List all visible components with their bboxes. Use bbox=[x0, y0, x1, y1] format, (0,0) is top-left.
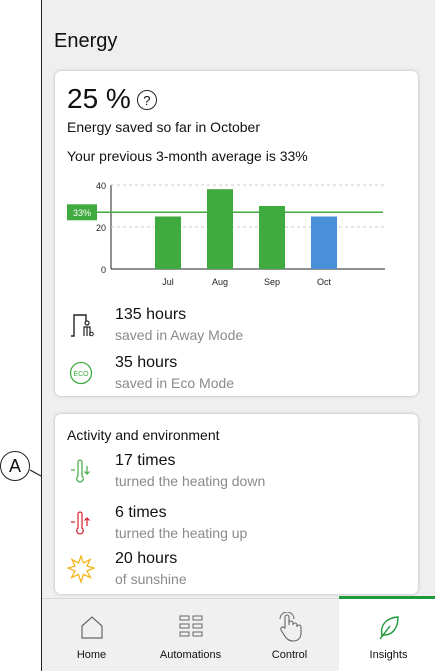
nav-control[interactable]: Control bbox=[240, 599, 339, 671]
away-mode-icon bbox=[65, 309, 97, 341]
nav-automations-label: Automations bbox=[159, 649, 222, 661]
energy-percent: 25 % bbox=[67, 83, 131, 114]
energy-percent-row: 25 % ? bbox=[67, 83, 157, 115]
chart-y-tick-label: 40 bbox=[96, 181, 106, 191]
activity-heating-down-value: 17 times bbox=[115, 452, 176, 469]
energy-saved-label: Energy saved so far in October bbox=[67, 119, 260, 135]
stat-away-label: saved in Away Mode bbox=[115, 327, 244, 343]
leaf-icon bbox=[377, 611, 401, 643]
activity-title: Activity and environment bbox=[67, 427, 220, 443]
nav-insights-label: Insights bbox=[369, 649, 408, 661]
stat-away-value: 135 hours bbox=[115, 306, 187, 323]
chart-y-tick-label: 20 bbox=[96, 223, 106, 233]
activity-heating-up: 6 times turned the heating up bbox=[65, 503, 247, 543]
eco-icon: ECO bbox=[65, 357, 97, 389]
nav-home-label: Home bbox=[76, 649, 107, 661]
chart-x-tick-label: Aug bbox=[212, 277, 228, 287]
callout-a: A bbox=[0, 451, 30, 481]
activity-heating-down-label: turned the heating down bbox=[115, 473, 266, 489]
home-icon bbox=[79, 611, 105, 643]
nav-automations[interactable]: Automations bbox=[141, 599, 240, 671]
activity-sunshine-value: 20 hours bbox=[115, 550, 178, 567]
stat-eco-value: 35 hours bbox=[115, 354, 178, 371]
activity-sunshine: 20 hours of sunshine bbox=[65, 549, 187, 589]
chart-y-tick-label: 0 bbox=[101, 265, 106, 275]
automations-grid-icon bbox=[178, 611, 204, 643]
activity-heating-up-value: 6 times bbox=[115, 504, 167, 521]
chart-bar bbox=[207, 189, 233, 269]
energy-bar-chart: 33% 0 20 40 Jul Aug Sep Oct bbox=[67, 181, 385, 287]
stat-eco-label: saved in Eco Mode bbox=[115, 375, 235, 391]
thermometer-up-icon bbox=[65, 507, 97, 539]
chart-x-tick-label: Oct bbox=[317, 277, 332, 287]
activity-card: Activity and environment 17 times turned… bbox=[55, 414, 418, 594]
chart-bar bbox=[155, 216, 181, 269]
touch-hand-icon bbox=[276, 611, 304, 643]
stat-away-mode: 135 hours saved in Away Mode bbox=[65, 305, 243, 345]
phone-screen: Energy 25 % ? Energy saved so far in Oct… bbox=[41, 0, 435, 671]
nav-home[interactable]: Home bbox=[42, 599, 141, 671]
callout-label: A bbox=[8, 455, 21, 476]
chart-bar bbox=[311, 216, 337, 269]
bottom-nav: Home Automations Control Insights bbox=[42, 596, 435, 671]
chart-average-label: 33% bbox=[73, 208, 91, 218]
nav-insights[interactable]: Insights bbox=[339, 596, 435, 671]
sun-icon bbox=[65, 553, 97, 585]
chart-x-tick-label: Sep bbox=[264, 277, 280, 287]
thermometer-down-icon bbox=[65, 455, 97, 487]
page-title: Energy bbox=[54, 30, 118, 52]
nav-control-label: Control bbox=[271, 649, 308, 661]
help-icon[interactable]: ? bbox=[136, 90, 157, 110]
energy-card: 25 % ? Energy saved so far in October Yo… bbox=[55, 71, 418, 396]
stat-eco-mode: ECO 35 hours saved in Eco Mode bbox=[65, 353, 234, 393]
activity-sunshine-label: of sunshine bbox=[115, 571, 187, 587]
activity-heating-down: 17 times turned the heating down bbox=[65, 451, 265, 491]
activity-heating-up-label: turned the heating up bbox=[115, 525, 248, 541]
svg-text:ECO: ECO bbox=[73, 371, 89, 378]
chart-bar bbox=[259, 206, 285, 269]
chart-x-tick-label: Jul bbox=[162, 277, 174, 287]
energy-average-label: Your previous 3-month average is 33% bbox=[67, 148, 308, 164]
